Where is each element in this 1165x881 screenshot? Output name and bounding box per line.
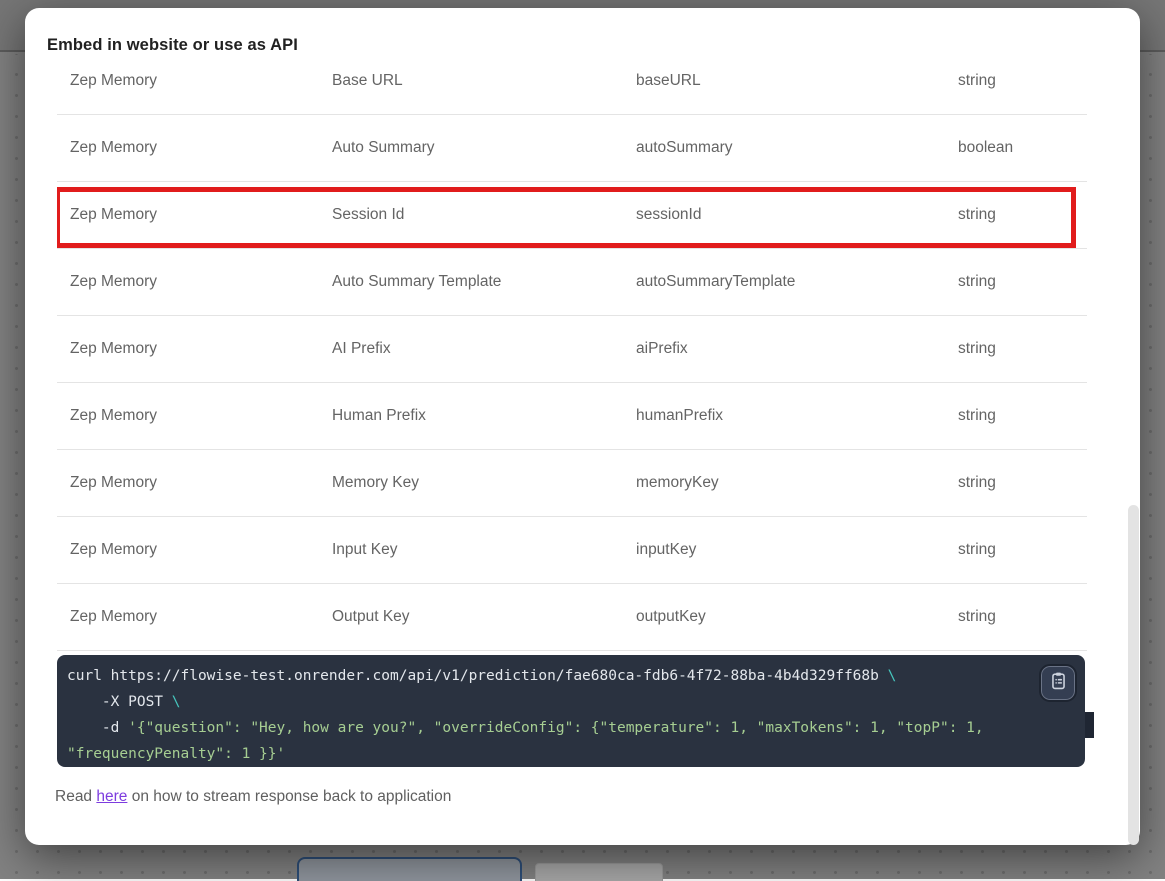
table-cell-type: string (958, 541, 1087, 559)
table-cell-name: autoSummary (636, 139, 958, 157)
stream-docs-link[interactable]: here (96, 788, 127, 805)
code-line: "frequencyPenalty": 1 }}' (67, 741, 1075, 767)
parameters-table: Zep MemoryBase URLbaseURLstringZep Memor… (57, 72, 1087, 659)
table-cell-label: Base URL (332, 72, 636, 90)
background-node-blue (297, 857, 522, 881)
curl-code: curl https://flowise-test.onrender.com/a… (67, 663, 1075, 767)
table-cell-type: string (958, 474, 1087, 492)
table-row: Zep MemoryAuto Summary TemplateautoSumma… (57, 249, 1087, 316)
table-cell-label: Auto Summary Template (332, 273, 636, 291)
code-line: -X POST \ (67, 689, 1075, 715)
background-node-gray (535, 863, 663, 881)
table-cell-label: Human Prefix (332, 407, 636, 425)
table-row: Zep MemoryHuman PrefixhumanPrefixstring (57, 383, 1087, 450)
table-cell-node: Zep Memory (70, 273, 332, 291)
table-row: Zep MemoryAI PrefixaiPrefixstring (57, 316, 1087, 383)
table-cell-node: Zep Memory (70, 139, 332, 157)
table-cell-node: Zep Memory (70, 474, 332, 492)
code-overflow-notch (1085, 712, 1094, 738)
code-line: -d '{"question": "Hey, how are you?", "o… (67, 715, 1075, 741)
stream-response-note: Read here on how to stream response back… (55, 788, 451, 806)
copy-code-button[interactable] (1041, 666, 1075, 700)
table-cell-name: baseURL (636, 72, 958, 90)
table-cell-type: string (958, 273, 1087, 291)
table-cell-type: boolean (958, 139, 1087, 157)
table-row: Zep MemorySession IdsessionIdstring (57, 182, 1087, 249)
table-cell-name: autoSummaryTemplate (636, 273, 958, 291)
table-cell-label: Memory Key (332, 474, 636, 492)
modal-scrollbar-thumb[interactable] (1128, 505, 1139, 845)
table-cell-name: sessionId (636, 206, 958, 224)
table-cell-type: string (958, 407, 1087, 425)
table-cell-label: Session Id (332, 206, 636, 224)
table-cell-node: Zep Memory (70, 608, 332, 626)
table-cell-label: AI Prefix (332, 340, 636, 358)
table-cell-name: memoryKey (636, 474, 958, 492)
table-cell-name: outputKey (636, 608, 958, 626)
table-cell-node: Zep Memory (70, 541, 332, 559)
table-cell-label: Auto Summary (332, 139, 636, 157)
embed-api-dialog: Embed in website or use as API Zep Memor… (25, 8, 1140, 845)
table-cell-label: Input Key (332, 541, 636, 559)
clipboard-icon (1049, 671, 1068, 695)
table-cell-node: Zep Memory (70, 407, 332, 425)
table-row: Zep MemoryMemory KeymemoryKeystring (57, 450, 1087, 517)
code-line: curl https://flowise-test.onrender.com/a… (67, 663, 1075, 689)
table-row: Zep MemoryBase URLbaseURLstring (57, 72, 1087, 115)
table-cell-type: string (958, 340, 1087, 358)
dialog-title: Embed in website or use as API (47, 36, 298, 55)
table-cell-node: Zep Memory (70, 206, 332, 224)
table-row: Zep MemoryInput KeyinputKeystring (57, 517, 1087, 584)
table-cell-type: string (958, 72, 1087, 90)
table-cell-name: aiPrefix (636, 340, 958, 358)
table-row: Zep MemoryOutput KeyoutputKeystring (57, 584, 1087, 651)
parameters-table-body: Zep MemoryBase URLbaseURLstringZep Memor… (57, 72, 1087, 651)
table-cell-label: Output Key (332, 608, 636, 626)
table-cell-name: inputKey (636, 541, 958, 559)
read-prefix: Read (55, 788, 96, 805)
table-cell-node: Zep Memory (70, 72, 332, 90)
table-cell-name: humanPrefix (636, 407, 958, 425)
table-cell-type: string (958, 608, 1087, 626)
curl-code-block: curl https://flowise-test.onrender.com/a… (57, 655, 1085, 767)
read-suffix: on how to stream response back to applic… (127, 788, 451, 805)
table-row: Zep MemoryAuto SummaryautoSummaryboolean (57, 115, 1087, 182)
table-cell-node: Zep Memory (70, 340, 332, 358)
table-cell-type: string (958, 206, 1087, 224)
